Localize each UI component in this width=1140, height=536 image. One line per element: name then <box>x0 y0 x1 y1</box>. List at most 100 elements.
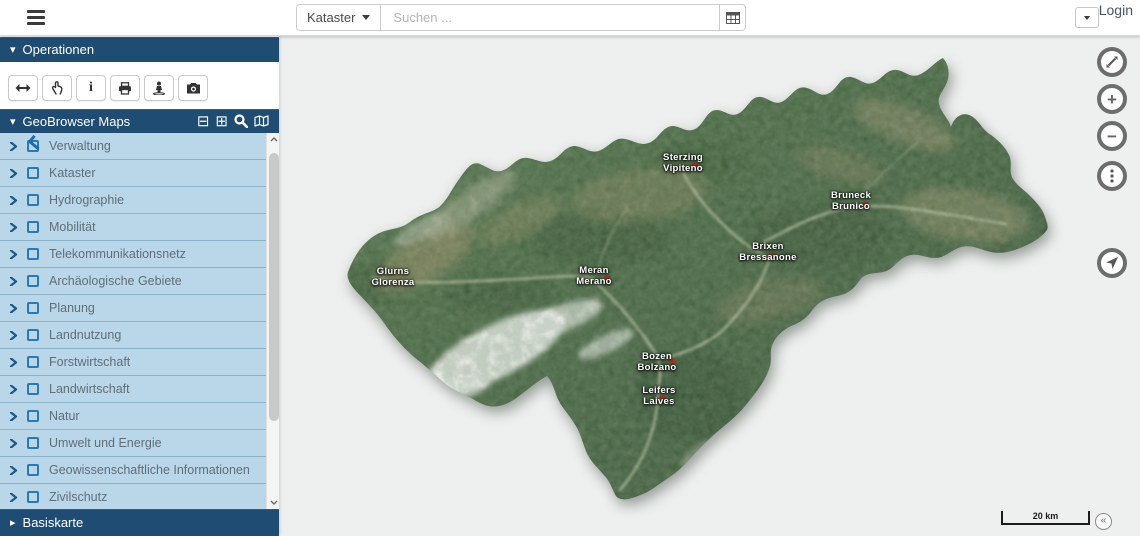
layer-checkbox[interactable] <box>27 437 39 449</box>
scale-label: 20 km <box>1003 511 1088 521</box>
layer-row-zivilschutz[interactable]: Zivilschutz <box>0 484 266 509</box>
select-feature-button[interactable] <box>42 75 72 101</box>
expand-all-button[interactable]: ⊞ <box>215 114 228 129</box>
layer-checkbox[interactable] <box>27 248 39 260</box>
chevron-right-icon <box>9 493 18 502</box>
legend-button[interactable] <box>254 115 269 127</box>
layer-row-umwelt-und-energie[interactable]: Umwelt und Energie <box>0 430 266 457</box>
top-bar: Kataster Login <box>0 0 1140 36</box>
layer-row-telekommunikationsnetz[interactable]: Telekommunikationsnetz <box>0 241 266 268</box>
chevron-right-icon <box>9 250 18 259</box>
fullscreen-button[interactable] <box>1097 47 1127 77</box>
layer-row-archaeologische-gebiete[interactable]: Archäologische Gebiete <box>0 268 266 295</box>
user-menu-dropdown[interactable] <box>1075 7 1099 28</box>
layer-label: Landwirtschaft <box>49 382 130 396</box>
chevron-right-icon <box>9 169 18 178</box>
more-options-button[interactable] <box>1097 161 1127 191</box>
more-options-icon <box>1110 169 1114 183</box>
operations-title: Operationen <box>23 42 95 57</box>
chevron-up-icon <box>270 137 278 142</box>
layer-checkbox[interactable] <box>27 221 39 233</box>
layer-checkbox[interactable] <box>27 167 39 179</box>
layer-checkbox[interactable] <box>27 410 39 422</box>
layer-label: Forstwirtschaft <box>49 355 130 369</box>
chevron-right-icon <box>9 304 18 313</box>
layer-checkbox[interactable] <box>27 329 39 341</box>
sidebar: ▾ Operationen i <box>0 36 279 536</box>
chevron-right-icon <box>9 385 18 394</box>
search-category-label: Kataster <box>307 10 355 25</box>
search-input[interactable] <box>381 5 719 30</box>
scroll-up-button[interactable] <box>267 133 279 146</box>
login-link[interactable]: Login <box>1099 2 1133 18</box>
operations-panel-header[interactable]: ▾ Operationen <box>0 37 279 62</box>
caret-down-icon <box>1084 16 1090 20</box>
measure-button[interactable] <box>8 75 38 101</box>
layer-checkbox[interactable] <box>27 464 39 476</box>
layer-label: Telekommunikationsnetz <box>49 247 186 261</box>
map-canvas[interactable]: SterzingVipiteno BruneckBrunico BrixenBr… <box>279 36 1140 536</box>
fullscreen-icon <box>1105 55 1119 69</box>
chevron-right-icon <box>9 331 18 340</box>
layer-label: Verwaltung <box>49 139 111 153</box>
basemap-panel-header[interactable]: ▸ Basiskarte <box>0 509 279 536</box>
scale-bar: 20 km <box>1001 511 1090 525</box>
layer-checkbox[interactable] <box>27 356 39 368</box>
layer-label: Natur <box>49 409 80 423</box>
layer-checkbox[interactable] <box>27 140 39 152</box>
geobrowser-maps-header[interactable]: ▾ GeoBrowser Maps ⊟ ⊞ <box>0 109 279 133</box>
collapse-left-icon: « <box>1101 515 1107 526</box>
scrollbar-thumb[interactable] <box>269 153 279 421</box>
chevron-right-icon <box>9 412 18 421</box>
layer-checkbox[interactable] <box>27 194 39 206</box>
layer-search-button[interactable] <box>234 114 248 128</box>
caret-expanded-icon: ▾ <box>10 43 16 56</box>
search-group: Kataster <box>296 4 746 31</box>
layer-row-forstwirtschaft[interactable]: Forstwirtschaft <box>0 349 266 376</box>
search-results-table-button[interactable] <box>719 5 745 30</box>
hamburger-menu-button[interactable] <box>27 10 45 26</box>
screenshot-button[interactable] <box>178 75 208 101</box>
collapse-all-button[interactable]: ⊟ <box>197 114 210 129</box>
chevron-right-icon <box>9 196 18 205</box>
print-button[interactable] <box>110 75 140 101</box>
layer-label: Zivilschutz <box>49 490 107 504</box>
chevron-right-icon <box>9 439 18 448</box>
chevron-right-icon <box>9 277 18 286</box>
zoom-out-button[interactable]: − <box>1097 121 1127 151</box>
scroll-down-button[interactable] <box>267 496 279 509</box>
layer-row-verwaltung[interactable]: Verwaltung <box>0 133 266 160</box>
layer-row-mobilitaet[interactable]: Mobilität <box>0 214 266 241</box>
layer-row-kataster[interactable]: Kataster <box>0 160 266 187</box>
streetview-icon <box>153 81 165 95</box>
geolocate-button[interactable] <box>1097 248 1127 278</box>
zoom-in-icon: + <box>1107 91 1117 108</box>
caret-expanded-icon: ▾ <box>10 115 16 128</box>
chevron-right-icon <box>9 358 18 367</box>
layer-row-planung[interactable]: Planung <box>0 295 266 322</box>
search-category-dropdown[interactable]: Kataster <box>297 5 381 30</box>
chevron-down-icon <box>270 500 278 505</box>
streetview-button[interactable] <box>144 75 174 101</box>
layer-checkbox[interactable] <box>27 275 39 287</box>
layer-rows: Verwaltung Kataster Hydrographie Mobilit… <box>0 133 266 509</box>
layer-checkbox[interactable] <box>27 383 39 395</box>
zoom-in-button[interactable]: + <box>1097 84 1127 114</box>
layer-row-landwirtschaft[interactable]: Landwirtschaft <box>0 376 266 403</box>
layer-row-landnutzung[interactable]: Landnutzung <box>0 322 266 349</box>
layer-list-scrollbar[interactable] <box>266 133 279 509</box>
search-icon <box>234 114 248 128</box>
layer-row-natur[interactable]: Natur <box>0 403 266 430</box>
hamburger-icon <box>27 22 45 25</box>
layer-checkbox[interactable] <box>27 491 39 503</box>
layer-checkbox[interactable] <box>27 302 39 314</box>
chevron-right-icon <box>9 466 18 475</box>
info-button[interactable]: i <box>76 75 106 101</box>
attribution-toggle-button[interactable]: « <box>1095 513 1112 530</box>
layer-label: Hydrographie <box>49 193 124 207</box>
basemap-title: Basiskarte <box>23 515 84 530</box>
layer-label: Landnutzung <box>49 328 121 342</box>
layer-row-geowissenschaftliche-informationen[interactable]: Geowissenschaftliche Informationen <box>0 457 266 484</box>
layer-row-hydrographie[interactable]: Hydrographie <box>0 187 266 214</box>
layer-label: Mobilität <box>49 220 96 234</box>
